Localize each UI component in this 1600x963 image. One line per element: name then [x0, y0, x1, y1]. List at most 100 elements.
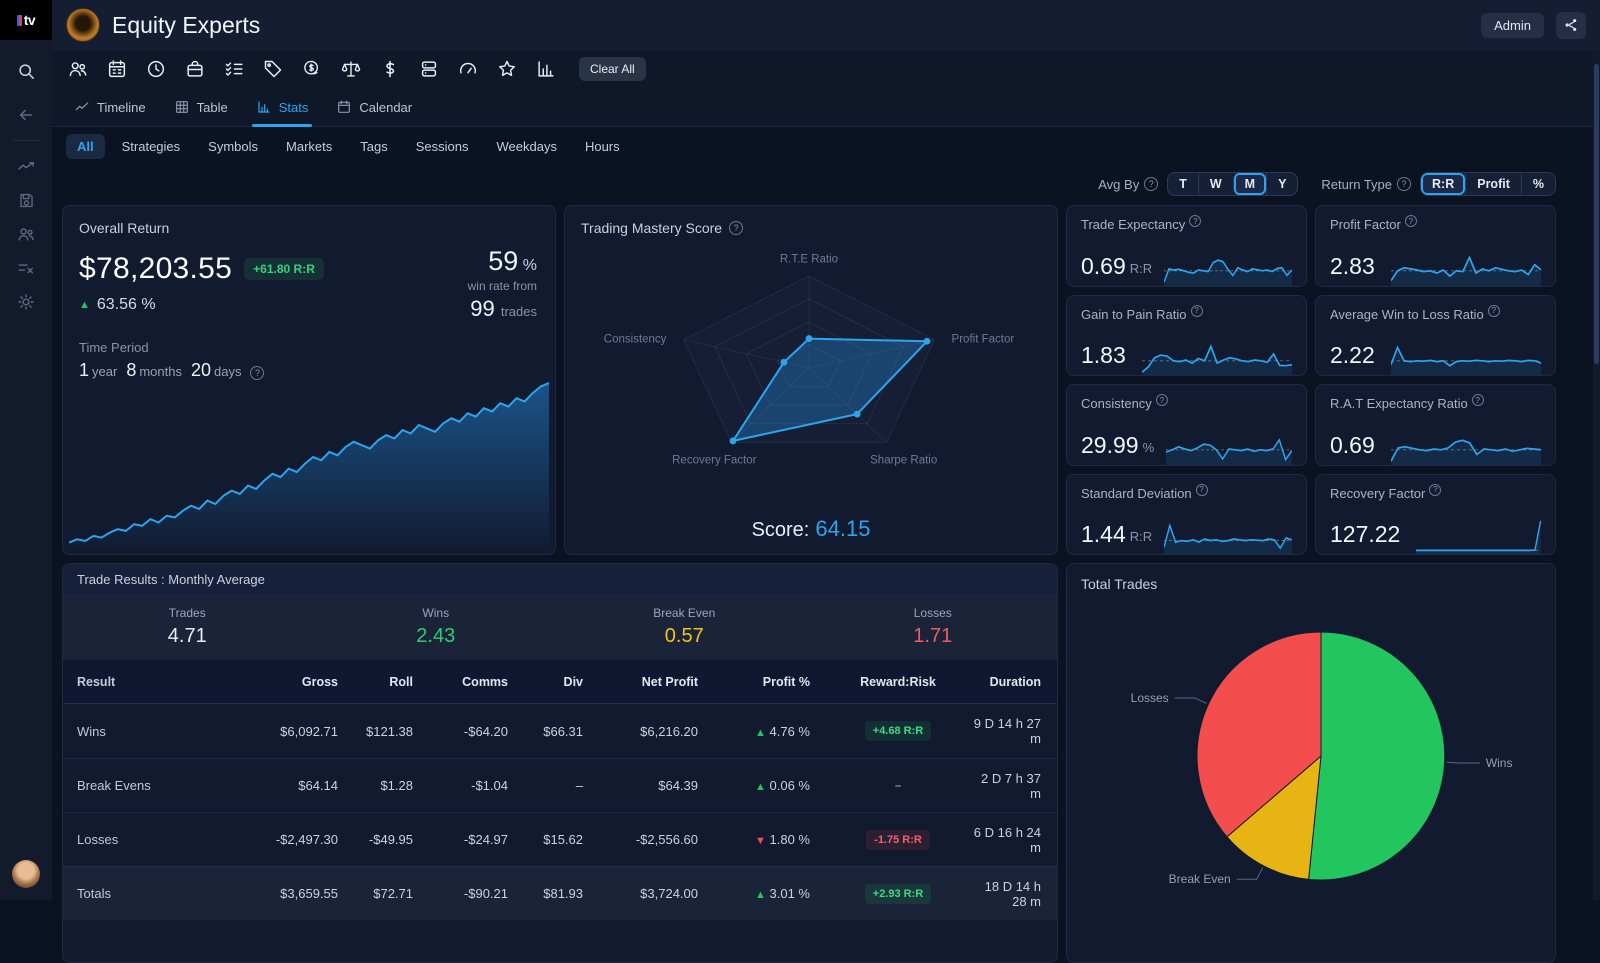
table-cell: $64.39	[593, 778, 708, 793]
avg-by-option-y[interactable]: Y	[1266, 173, 1297, 195]
risk-scales-filter-icon[interactable]	[335, 54, 367, 84]
table-cell: $6,216.20	[593, 724, 708, 739]
table-cell: Totals	[63, 886, 233, 901]
stat-card-value: 127.22	[1330, 521, 1400, 548]
subtab-sessions[interactable]: Sessions	[405, 134, 480, 159]
help-icon[interactable]	[1196, 484, 1208, 496]
chart-controls: Avg By TWMY Return Type R:RProfit%	[52, 167, 1590, 201]
checklist-filter-icon[interactable]	[218, 54, 250, 84]
tab-calendar[interactable]: Calendar	[336, 88, 412, 126]
help-icon[interactable]	[729, 221, 743, 235]
avg-by-option-t[interactable]: T	[1168, 173, 1198, 195]
clock-filter-icon[interactable]	[140, 54, 172, 84]
tab-table[interactable]: Table	[174, 88, 228, 126]
table-row-totals[interactable]: Totals$3,659.55$72.71-$90.21$81.93$3,724…	[63, 866, 1057, 920]
admin-button[interactable]: Admin	[1481, 13, 1544, 38]
help-icon[interactable]	[1144, 177, 1158, 191]
table-cell: $66.31	[518, 724, 593, 739]
help-icon[interactable]	[1429, 484, 1441, 496]
user-avatar[interactable]	[12, 860, 40, 888]
view-tabs: Timeline Table Stats Calendar	[52, 88, 1600, 127]
help-icon[interactable]	[1472, 394, 1484, 406]
svg-text:Consistency: Consistency	[604, 333, 667, 345]
subtab-hours[interactable]: Hours	[574, 134, 631, 159]
summary-label: Trades	[63, 606, 312, 620]
mastery-score-value: 64.15	[815, 516, 870, 541]
collapse-back-icon[interactable]	[8, 98, 44, 132]
table-cell: $3,724.00	[593, 886, 708, 901]
reward-risk-cell: +4.68 R:R	[828, 721, 968, 741]
table-cell: -$90.21	[423, 886, 518, 901]
subtab-markets[interactable]: Markets	[275, 134, 343, 159]
reward-risk-badge: +4.68 R:R	[865, 721, 931, 741]
col-header-div: Div	[518, 675, 593, 689]
pie-label-wins: Wins	[1486, 756, 1513, 770]
stat-card-title: R.A.T Expectancy Ratio	[1330, 396, 1468, 411]
sparkline-chart	[1391, 331, 1541, 377]
tags-filter-icon[interactable]	[257, 54, 289, 84]
scrollbar-thumb[interactable]	[1594, 64, 1599, 364]
table-cell: -$2,497.30	[233, 832, 348, 847]
sidebar-item-tasks-icon[interactable]	[8, 251, 44, 285]
portfolio-filter-icon[interactable]	[179, 54, 211, 84]
currency-filter-icon[interactable]	[374, 54, 406, 84]
tradingview-logo[interactable]: tv	[0, 0, 52, 40]
return-type-option-profit[interactable]: Profit	[1465, 173, 1521, 195]
subtab-symbols[interactable]: Symbols	[197, 134, 269, 159]
avg-by-option-m[interactable]: M	[1233, 173, 1266, 195]
help-icon[interactable]	[1191, 305, 1203, 317]
scrollbar-track[interactable]	[1593, 50, 1600, 900]
pie-slice-wins[interactable]	[1309, 632, 1445, 880]
table-row-wins[interactable]: Wins$6,092.71$121.38-$64.20$66.31$6,216.…	[63, 704, 1057, 758]
sidebar-item-trends-icon[interactable]	[8, 149, 44, 183]
fees-filter-icon[interactable]	[296, 54, 328, 84]
favorites-star-icon[interactable]	[491, 54, 523, 84]
help-icon[interactable]	[1189, 215, 1201, 227]
gauge-filter-icon[interactable]	[452, 54, 484, 84]
stat-card-title: Trade Expectancy	[1081, 217, 1185, 232]
reward-risk-cell: –	[828, 776, 968, 796]
accounts-filter-icon[interactable]	[62, 54, 94, 84]
stat-card-gain-to-pain-ratio: Gain to Pain Ratio1.83	[1066, 295, 1307, 377]
reward-risk-badge: -1.75 R:R	[866, 830, 930, 850]
return-type-option-rr[interactable]: R:R	[1421, 173, 1465, 195]
sidebar-divider	[13, 140, 39, 141]
tab-timeline[interactable]: Timeline	[74, 88, 146, 126]
subtab-strategies[interactable]: Strategies	[111, 134, 192, 159]
subtab-tags[interactable]: Tags	[349, 134, 398, 159]
help-icon[interactable]	[1405, 215, 1417, 227]
share-button[interactable]	[1556, 12, 1586, 39]
sparkline-chart	[1416, 510, 1541, 556]
workspace-avatar[interactable]	[66, 8, 100, 42]
avg-by-option-w[interactable]: W	[1198, 173, 1233, 195]
help-icon[interactable]	[1156, 394, 1168, 406]
return-type-option-%[interactable]: %	[1521, 173, 1555, 195]
help-icon[interactable]	[250, 366, 264, 380]
clear-all-button[interactable]: Clear All	[579, 57, 646, 81]
reward-risk-badge: –	[887, 776, 909, 796]
profit-pct-cell: ▲ 4.76 %	[708, 724, 828, 739]
mastery-radar-chart: R.T.E RatioProfit FactorSharpe RatioReco…	[581, 240, 1037, 508]
stat-card-title: Consistency	[1081, 396, 1152, 411]
trade-results-card: Trade Results : Monthly Average Trades4.…	[62, 563, 1058, 963]
search-icon[interactable]	[8, 54, 44, 88]
calendar-filter-icon[interactable]	[101, 54, 133, 84]
table-row-losses[interactable]: Losses-$2,497.30-$49.95-$24.97$15.62-$2,…	[63, 812, 1057, 866]
table-cell: $6,092.71	[233, 724, 348, 739]
help-icon[interactable]	[1397, 177, 1411, 191]
settings-gear-icon[interactable]	[8, 285, 44, 319]
sidebar-item-community-icon[interactable]	[8, 217, 44, 251]
calendar-icon	[336, 99, 352, 115]
help-icon[interactable]	[1488, 305, 1500, 317]
subtab-all[interactable]: All	[66, 134, 105, 159]
table-cell: –	[518, 778, 593, 793]
summary-losses: Losses1.71	[809, 606, 1058, 648]
app-header: Equity Experts Admin	[52, 0, 1600, 50]
table-row-break-evens[interactable]: Break Evens$64.14$1.28-$1.04–$64.39▲ 0.0…	[63, 758, 1057, 812]
broker-filter-icon[interactable]	[413, 54, 445, 84]
sidebar-item-journal-icon[interactable]	[8, 183, 44, 217]
mastery-score-card: Trading Mastery Score R.T.E RatioProfit …	[564, 205, 1058, 555]
tab-stats[interactable]: Stats	[256, 88, 309, 126]
subtab-weekdays[interactable]: Weekdays	[485, 134, 567, 159]
stats-filter-icon[interactable]	[530, 54, 562, 84]
